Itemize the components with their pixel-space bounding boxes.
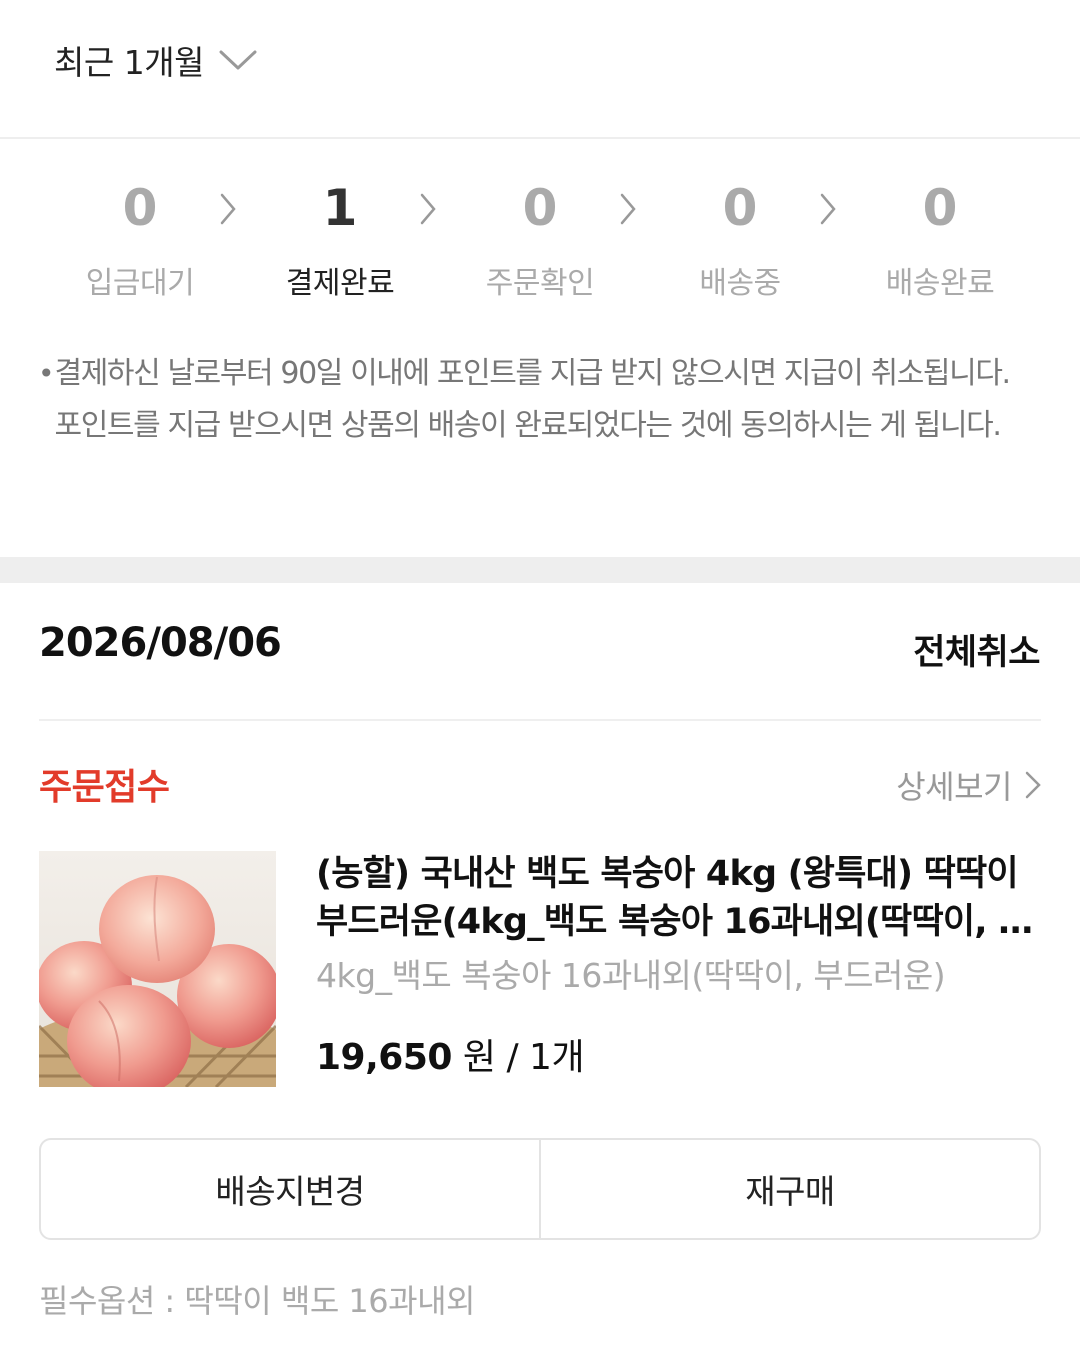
step-label: 주문확인 bbox=[485, 266, 595, 301]
step-label: 배송완료 bbox=[885, 266, 995, 301]
chevron-right-icon bbox=[220, 193, 236, 225]
view-details-label: 상세보기 bbox=[896, 768, 1012, 806]
section-divider bbox=[0, 557, 1080, 583]
chevron-right-icon bbox=[420, 193, 436, 225]
order-status: 주문접수 bbox=[39, 767, 170, 808]
cancel-all-button[interactable]: 전체취소 bbox=[913, 624, 1040, 675]
step-shipping[interactable]: 0 배송중 bbox=[640, 170, 840, 302]
required-option: 필수옵션 : 딱딱이 백도 16과내외 bbox=[39, 1282, 475, 1320]
bullet: • bbox=[38, 357, 55, 390]
quantity: 1개 bbox=[529, 1037, 585, 1078]
step-count: 0 bbox=[922, 179, 958, 237]
points-notice: • 결제하신 날로부터 90일 이내에 포인트를 지급 받지 않으시면 지급이 … bbox=[38, 348, 1043, 452]
step-count: 0 bbox=[722, 179, 758, 237]
step-count: 1 bbox=[322, 179, 358, 237]
chevron-down-icon bbox=[219, 50, 257, 70]
price-currency: 원 bbox=[462, 1037, 496, 1078]
order-actions: 배송지변경 재구매 bbox=[39, 1138, 1041, 1240]
product-price: 19,650 원 / 1개 bbox=[316, 1033, 585, 1083]
chevron-right-icon bbox=[1025, 771, 1041, 799]
step-count: 0 bbox=[122, 179, 158, 237]
product-option: 4kg_백도 복숭아 16과내외(딱딱이, 부드러운) bbox=[316, 956, 946, 995]
price-separator: / bbox=[506, 1037, 519, 1078]
step-label: 배송중 bbox=[699, 266, 781, 301]
price-amount: 19,650 bbox=[316, 1037, 452, 1078]
step-label: 입금대기 bbox=[85, 266, 195, 301]
step-label: 결제완료 bbox=[285, 266, 395, 301]
period-selector[interactable]: 최근 1개월 bbox=[54, 36, 258, 84]
notice-text: 결제하신 날로부터 90일 이내에 포인트를 지급 받지 않으시면 지급이 취소… bbox=[54, 356, 1012, 443]
step-payment-complete[interactable]: 1 결제완료 bbox=[240, 170, 440, 302]
change-address-button[interactable]: 배송지변경 bbox=[41, 1140, 539, 1238]
step-awaiting-deposit[interactable]: 0 입금대기 bbox=[40, 170, 240, 302]
step-count: 0 bbox=[522, 179, 558, 237]
view-details-link[interactable]: 상세보기 bbox=[896, 762, 1042, 808]
period-label: 최근 1개월 bbox=[54, 43, 204, 82]
product-title[interactable]: (농할) 국내산 백도 복숭아 4kg (왕특대) 딱딱이 부드러운(4kg_백… bbox=[316, 850, 1036, 946]
order-date: 2026/08/06 bbox=[39, 620, 282, 666]
chevron-right-icon bbox=[820, 193, 836, 225]
period-bar: 최근 1개월 bbox=[0, 0, 1080, 138]
peach-image bbox=[39, 851, 276, 1087]
reorder-button[interactable]: 재구매 bbox=[541, 1140, 1039, 1238]
order-status-steps: 0 입금대기 1 결제완료 0 주문확인 0 배송중 0 배송완료 bbox=[0, 170, 1080, 310]
divider bbox=[0, 137, 1080, 139]
product-image[interactable] bbox=[39, 851, 276, 1087]
step-order-confirmed[interactable]: 0 주문확인 bbox=[440, 170, 640, 302]
chevron-right-icon bbox=[620, 193, 636, 225]
step-delivered[interactable]: 0 배송완료 bbox=[840, 170, 1040, 302]
divider bbox=[39, 719, 1041, 721]
